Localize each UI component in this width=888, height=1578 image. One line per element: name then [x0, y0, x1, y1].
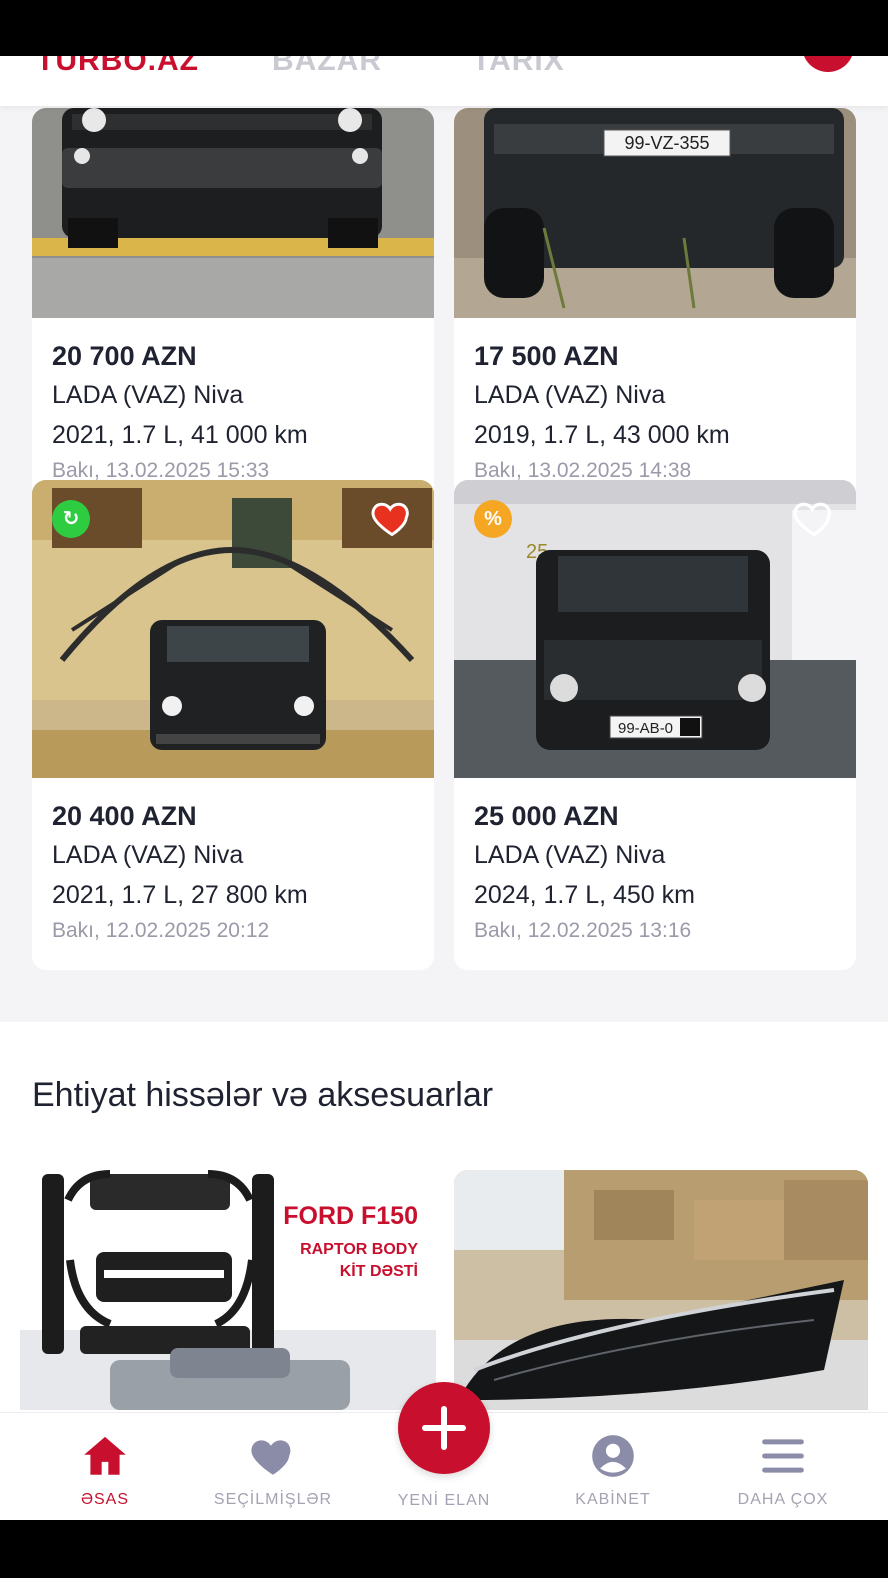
nav-item-cabinet[interactable]: KABİNET: [528, 1413, 698, 1520]
listing-model: LADA (VAZ) Niva: [474, 841, 666, 869]
listing-photo: [32, 108, 434, 318]
menu-icon: [762, 1439, 804, 1473]
listing-card[interactable]: 25 99-AB-0 % 25 000 AZN LADA (VAZ) Niva …: [454, 480, 856, 970]
plus-icon: [422, 1406, 466, 1450]
nav-label-cabinet: KABİNET: [575, 1491, 651, 1508]
nav-item-more[interactable]: DAHA ÇOX: [698, 1413, 868, 1520]
listing-price: 25 000 AZN: [474, 801, 619, 831]
home-icon: [84, 1436, 126, 1475]
listing-card[interactable]: ↻ 20 400 AZN LADA (VAZ) Niva 2021, 1.7 L…: [32, 480, 434, 970]
status-bar: [0, 0, 888, 56]
listing-model: LADA (VAZ) Niva: [474, 381, 666, 409]
new-listing-button[interactable]: [398, 1382, 490, 1474]
favorite-heart-outline-icon[interactable]: [792, 496, 836, 540]
heart-icon: [251, 1440, 291, 1475]
listing-photo: 25 99-AB-0 %: [454, 480, 856, 778]
listing-model: LADA (VAZ) Niva: [52, 841, 244, 869]
license-plate-text: 99-VZ-355: [624, 133, 709, 153]
listing-location-date: Bakı, 12.02.2025 20:12: [52, 919, 270, 942]
parts-item-card[interactable]: FORD F150 RAPTOR BODY KİT DƏSTİ: [20, 1170, 436, 1410]
license-plate-text: 99-AB-0: [618, 720, 673, 737]
nav-label-more: DAHA ÇOX: [737, 1491, 829, 1508]
parts-subheading-2: KİT DƏSTİ: [340, 1262, 418, 1280]
parts-heading: FORD F150: [283, 1202, 418, 1230]
listing-photo: ↻: [32, 480, 434, 778]
listing-specs: 2021, 1.7 L, 27 800 km: [52, 881, 308, 909]
nav-item-home[interactable]: ƏSAS: [20, 1413, 190, 1520]
favorite-heart-filled-icon[interactable]: [370, 496, 414, 540]
listing-model: LADA (VAZ) Niva: [52, 381, 244, 409]
parts-item-card[interactable]: [454, 1170, 868, 1410]
header-tab-2[interactable]: TARIX: [472, 56, 565, 78]
header-action-button[interactable]: [802, 56, 854, 72]
app-screen: TURBO.AZ BAZAR TARIX 20 700 AZN LADA (VA…: [0, 56, 888, 1520]
header-tab-1[interactable]: BAZAR: [272, 56, 382, 78]
parts-subheading-1: RAPTOR BODY: [300, 1241, 418, 1258]
app-header: TURBO.AZ BAZAR TARIX: [0, 56, 888, 106]
nav-item-favorites[interactable]: SEÇİLMİŞLƏR: [188, 1413, 358, 1520]
listing-card[interactable]: 20 700 AZN LADA (VAZ) Niva 2021, 1.7 L, …: [32, 108, 434, 514]
new-listing-label: YENİ ELAN: [397, 1492, 491, 1509]
nav-label-favorites: SEÇİLMİŞLƏR: [213, 1491, 333, 1508]
listing-specs: 2024, 1.7 L, 450 km: [474, 881, 695, 909]
listing-photo: 99-VZ-355: [454, 108, 856, 318]
app-logo[interactable]: TURBO.AZ: [36, 56, 199, 78]
listing-card[interactable]: 99-VZ-355 17 500 AZN LADA (VAZ) Niva 201…: [454, 108, 856, 514]
listing-price: 17 500 AZN: [474, 341, 619, 371]
discount-badge-icon: %: [474, 500, 512, 538]
listing-price: 20 700 AZN: [52, 341, 197, 371]
listing-specs: 2021, 1.7 L, 41 000 km: [52, 421, 308, 449]
parts-item-image: [454, 1170, 868, 1410]
user-icon: [592, 1435, 634, 1477]
parts-item-image: FORD F150 RAPTOR BODY KİT DƏSTİ: [20, 1170, 436, 1410]
system-bottom-bar: [0, 1520, 888, 1578]
listing-price: 20 400 AZN: [52, 801, 197, 831]
section-title: Ehtiyat hissələr və aksesuarlar: [32, 1076, 494, 1114]
listing-location-date: Bakı, 12.02.2025 13:16: [474, 919, 692, 942]
nav-label-home: ƏSAS: [80, 1491, 130, 1508]
barter-icon: ↻: [52, 500, 90, 538]
listing-specs: 2019, 1.7 L, 43 000 km: [474, 421, 730, 449]
